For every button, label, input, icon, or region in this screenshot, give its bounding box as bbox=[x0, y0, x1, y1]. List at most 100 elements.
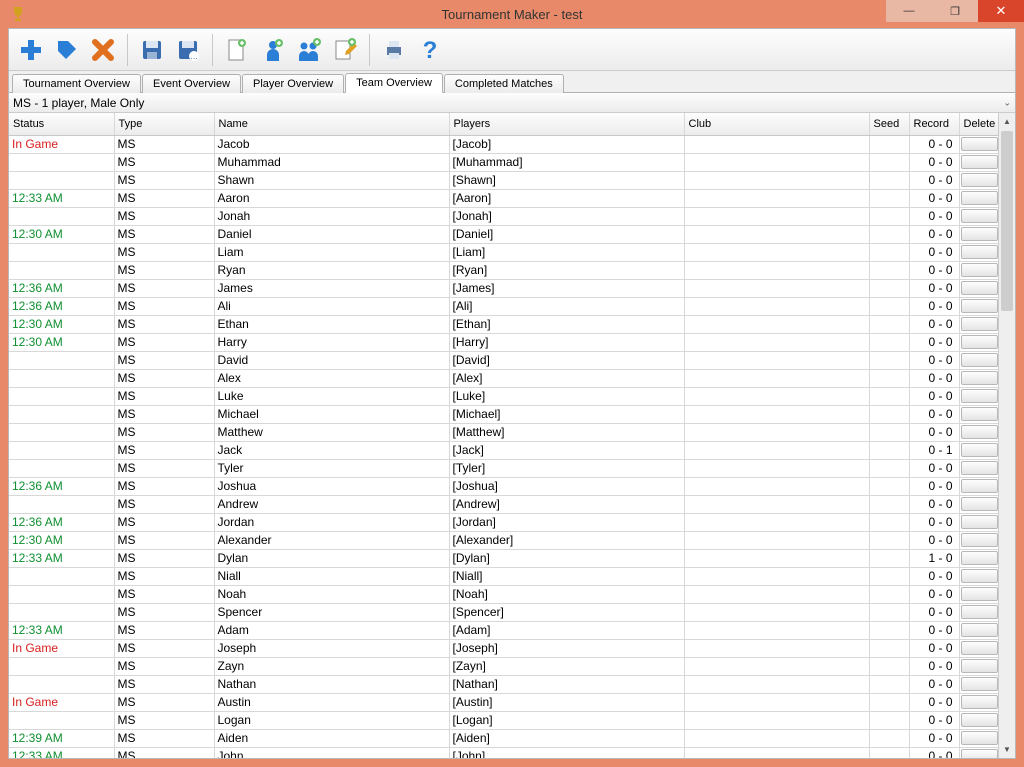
delete-row-button[interactable] bbox=[961, 191, 998, 205]
table-row[interactable]: MSDavid[David]0 - 0 bbox=[9, 351, 998, 369]
delete-row-button[interactable] bbox=[961, 353, 998, 367]
table-row[interactable]: 12:36 AMMSJames[James]0 - 0 bbox=[9, 279, 998, 297]
new-doc-button[interactable] bbox=[221, 34, 253, 66]
table-row[interactable]: MSAlex[Alex]0 - 0 bbox=[9, 369, 998, 387]
table-row[interactable]: 12:30 AMMSDaniel[Daniel]0 - 0 bbox=[9, 225, 998, 243]
tag-button[interactable] bbox=[51, 34, 83, 66]
delete-row-button[interactable] bbox=[961, 155, 998, 169]
delete-row-button[interactable] bbox=[961, 533, 998, 547]
table-row[interactable]: MSLuke[Luke]0 - 0 bbox=[9, 387, 998, 405]
delete-row-button[interactable] bbox=[961, 245, 998, 259]
table-row[interactable]: 12:33 AMMSAdam[Adam]0 - 0 bbox=[9, 621, 998, 639]
event-selector[interactable]: MS - 1 player, Male Only ⌄ bbox=[9, 93, 1015, 113]
print-button[interactable] bbox=[378, 34, 410, 66]
help-button[interactable]: ? bbox=[414, 34, 446, 66]
tab-event-overview[interactable]: Event Overview bbox=[142, 74, 241, 93]
delete-row-button[interactable] bbox=[961, 173, 998, 187]
delete-row-button[interactable] bbox=[961, 479, 998, 493]
delete-row-button[interactable] bbox=[961, 749, 998, 758]
table-row[interactable]: MSNoah[Noah]0 - 0 bbox=[9, 585, 998, 603]
table-row[interactable]: 12:36 AMMSJoshua[Joshua]0 - 0 bbox=[9, 477, 998, 495]
delete-row-button[interactable] bbox=[961, 587, 998, 601]
table-row[interactable]: 12:33 AMMSAaron[Aaron]0 - 0 bbox=[9, 189, 998, 207]
delete-button[interactable] bbox=[87, 34, 119, 66]
scroll-up-icon[interactable]: ▲ bbox=[999, 113, 1015, 130]
delete-row-button[interactable] bbox=[961, 731, 998, 745]
add-button[interactable] bbox=[15, 34, 47, 66]
delete-row-button[interactable] bbox=[961, 425, 998, 439]
delete-row-button[interactable] bbox=[961, 317, 998, 331]
table-row[interactable]: MSSpencer[Spencer]0 - 0 bbox=[9, 603, 998, 621]
delete-row-button[interactable] bbox=[961, 677, 998, 691]
delete-row-button[interactable] bbox=[961, 641, 998, 655]
col-record[interactable]: Record bbox=[909, 113, 959, 135]
add-players-button[interactable] bbox=[293, 34, 325, 66]
delete-row-button[interactable] bbox=[961, 515, 998, 529]
maximize-button[interactable]: ❐ bbox=[932, 0, 978, 22]
table-row[interactable]: MSJonah[Jonah]0 - 0 bbox=[9, 207, 998, 225]
delete-row-button[interactable] bbox=[961, 659, 998, 673]
add-player-button[interactable] bbox=[257, 34, 289, 66]
tab-tournament-overview[interactable]: Tournament Overview bbox=[12, 74, 141, 93]
delete-row-button[interactable] bbox=[961, 713, 998, 727]
delete-row-button[interactable] bbox=[961, 299, 998, 313]
table-row[interactable]: MSLiam[Liam]0 - 0 bbox=[9, 243, 998, 261]
col-name[interactable]: Name bbox=[214, 113, 449, 135]
delete-row-button[interactable] bbox=[961, 209, 998, 223]
delete-row-button[interactable] bbox=[961, 695, 998, 709]
delete-row-button[interactable] bbox=[961, 623, 998, 637]
table-row[interactable]: 12:36 AMMSJordan[Jordan]0 - 0 bbox=[9, 513, 998, 531]
table-row[interactable]: MSZayn[Zayn]0 - 0 bbox=[9, 657, 998, 675]
delete-row-button[interactable] bbox=[961, 461, 998, 475]
delete-row-button[interactable] bbox=[961, 407, 998, 421]
table-row[interactable]: MSAndrew[Andrew]0 - 0 bbox=[9, 495, 998, 513]
minimize-button[interactable]: — bbox=[886, 0, 932, 22]
delete-row-button[interactable] bbox=[961, 227, 998, 241]
delete-row-button[interactable] bbox=[961, 497, 998, 511]
table-row[interactable]: 12:30 AMMSEthan[Ethan]0 - 0 bbox=[9, 315, 998, 333]
table-row[interactable]: In GameMSAustin[Austin]0 - 0 bbox=[9, 693, 998, 711]
delete-row-button[interactable] bbox=[961, 335, 998, 349]
delete-row-button[interactable] bbox=[961, 389, 998, 403]
table-row[interactable]: MSTyler[Tyler]0 - 0 bbox=[9, 459, 998, 477]
table-row[interactable]: MSMichael[Michael]0 - 0 bbox=[9, 405, 998, 423]
tab-completed-matches[interactable]: Completed Matches bbox=[444, 74, 564, 93]
col-status[interactable]: Status bbox=[9, 113, 114, 135]
col-delete[interactable]: Delete bbox=[959, 113, 998, 135]
col-type[interactable]: Type bbox=[114, 113, 214, 135]
delete-row-button[interactable] bbox=[961, 281, 998, 295]
vertical-scrollbar[interactable]: ▲ ▼ bbox=[998, 113, 1015, 758]
col-club[interactable]: Club bbox=[684, 113, 869, 135]
table-row[interactable]: 12:30 AMMSHarry[Harry]0 - 0 bbox=[9, 333, 998, 351]
table-row[interactable]: MSJack[Jack]0 - 1 bbox=[9, 441, 998, 459]
delete-row-button[interactable] bbox=[961, 137, 998, 151]
table-row[interactable]: MSShawn[Shawn]0 - 0 bbox=[9, 171, 998, 189]
table-row[interactable]: MSMuhammad[Muhammad]0 - 0 bbox=[9, 153, 998, 171]
table-row[interactable]: MSLogan[Logan]0 - 0 bbox=[9, 711, 998, 729]
save-button[interactable] bbox=[136, 34, 168, 66]
delete-row-button[interactable] bbox=[961, 371, 998, 385]
save-as-button[interactable]: … bbox=[172, 34, 204, 66]
table-row[interactable]: 12:30 AMMSAlexander[Alexander]0 - 0 bbox=[9, 531, 998, 549]
delete-row-button[interactable] bbox=[961, 443, 998, 457]
table-row[interactable]: MSNiall[Niall]0 - 0 bbox=[9, 567, 998, 585]
tab-team-overview[interactable]: Team Overview bbox=[345, 73, 443, 93]
col-players[interactable]: Players bbox=[449, 113, 684, 135]
table-row[interactable]: In GameMSJoseph[Joseph]0 - 0 bbox=[9, 639, 998, 657]
tab-player-overview[interactable]: Player Overview bbox=[242, 74, 344, 93]
delete-row-button[interactable] bbox=[961, 551, 998, 565]
delete-row-button[interactable] bbox=[961, 263, 998, 277]
table-row[interactable]: MSMatthew[Matthew]0 - 0 bbox=[9, 423, 998, 441]
edit-doc-button[interactable] bbox=[329, 34, 361, 66]
table-row[interactable]: 12:36 AMMSAli[Ali]0 - 0 bbox=[9, 297, 998, 315]
table-row[interactable]: 12:39 AMMSAiden[Aiden]0 - 0 bbox=[9, 729, 998, 747]
close-button[interactable]: ✕ bbox=[978, 0, 1024, 22]
delete-row-button[interactable] bbox=[961, 605, 998, 619]
scroll-thumb[interactable] bbox=[1001, 131, 1013, 311]
table-row[interactable]: In GameMSJacob[Jacob]0 - 0 bbox=[9, 135, 998, 153]
table-row[interactable]: MSRyan[Ryan]0 - 0 bbox=[9, 261, 998, 279]
delete-row-button[interactable] bbox=[961, 569, 998, 583]
table-row[interactable]: 12:33 AMMSDylan[Dylan]1 - 0 bbox=[9, 549, 998, 567]
scroll-down-icon[interactable]: ▼ bbox=[999, 741, 1015, 758]
col-seed[interactable]: Seed bbox=[869, 113, 909, 135]
